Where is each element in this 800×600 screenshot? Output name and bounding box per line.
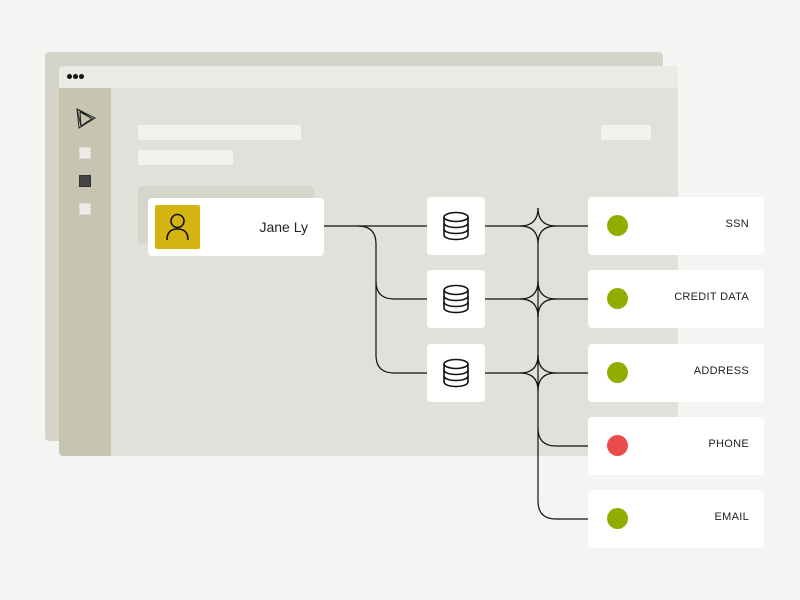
- status-indicator: [607, 435, 628, 456]
- attribute-card-email[interactable]: EMAIL: [588, 490, 764, 548]
- database-icon: [443, 211, 469, 241]
- connector-line: [537, 354, 588, 374]
- database-icon: [443, 358, 469, 388]
- connector-line: [537, 207, 588, 227]
- connector-line: [357, 225, 427, 300]
- connector-line: [537, 500, 588, 520]
- person-card[interactable]: Jane Ly: [148, 198, 324, 256]
- attribute-label: EMAIL: [714, 511, 749, 523]
- connector-line: [537, 225, 557, 245]
- attribute-card-phone[interactable]: PHONE: [588, 417, 764, 475]
- connector-line: [519, 225, 539, 245]
- attribute-label: ADDRESS: [693, 365, 749, 377]
- attribute-label: PHONE: [708, 438, 749, 450]
- database-card[interactable]: [427, 197, 485, 255]
- connector-line: [485, 354, 539, 374]
- connector-line: [537, 427, 588, 447]
- connector-line: [519, 372, 539, 392]
- attribute-label: SSN: [725, 218, 749, 230]
- attribute-label: CREDIT DATA: [674, 291, 749, 303]
- user-icon: [166, 213, 189, 241]
- status-indicator: [607, 288, 628, 309]
- attribute-card-address[interactable]: ADDRESS: [588, 344, 764, 402]
- connector-line: [375, 281, 427, 374]
- person-name: Jane Ly: [259, 219, 308, 235]
- status-indicator: [607, 508, 628, 529]
- connector-line: [537, 280, 588, 300]
- database-card[interactable]: [427, 270, 485, 328]
- database-icon: [443, 284, 469, 314]
- connector-line: [537, 372, 557, 392]
- attribute-card-credit-data[interactable]: CREDIT DATA: [588, 270, 764, 328]
- connector-line: [519, 298, 539, 318]
- connector-line: [485, 207, 539, 227]
- database-card[interactable]: [427, 344, 485, 402]
- status-indicator: [607, 215, 628, 236]
- connector-line: [485, 280, 539, 300]
- avatar: [155, 205, 200, 249]
- connector-line: [537, 298, 557, 318]
- attribute-card-ssn[interactable]: SSN: [588, 197, 764, 255]
- status-indicator: [607, 362, 628, 383]
